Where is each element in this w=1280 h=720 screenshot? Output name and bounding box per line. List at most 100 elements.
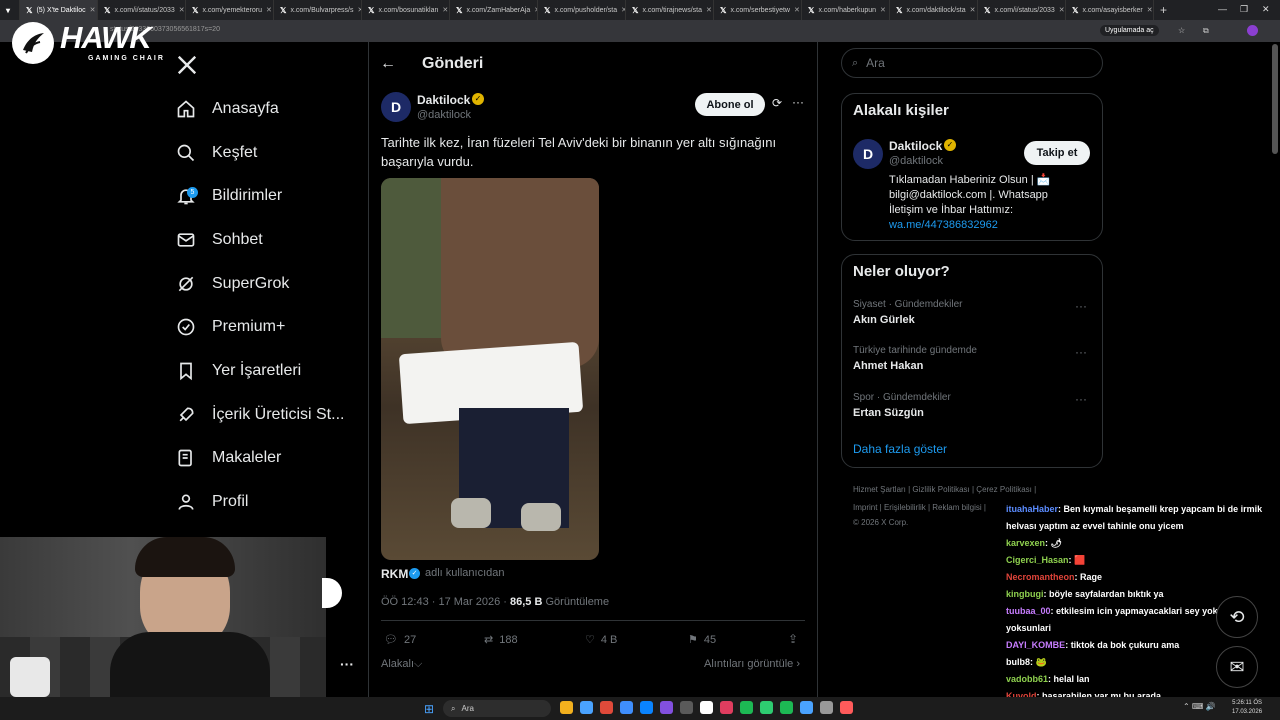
taskbar-app-icon[interactable] xyxy=(780,701,793,714)
nav-item-8[interactable]: İçerik Üreticisi St... xyxy=(176,400,344,430)
tab[interactable]: 𝕏x.com/daktilock/sta ✕ xyxy=(890,0,978,20)
close-tab-icon[interactable]: ✕ xyxy=(442,6,448,14)
person-avatar[interactable]: D xyxy=(853,139,883,169)
trend-item[interactable]: Türkiye tarihinde gündemde Ahmet Hakan ··· xyxy=(853,345,1093,372)
more-icon[interactable]: ··· xyxy=(1075,392,1087,406)
taskbar-app-icon[interactable] xyxy=(640,701,653,714)
tab[interactable]: 𝕏x.com/haberkupun ✕ xyxy=(802,0,890,20)
nav-item-9[interactable]: Makaleler xyxy=(176,443,281,473)
close-tab-icon[interactable]: ✕ xyxy=(90,6,96,14)
nav-item-7[interactable]: Yer İşaretleri xyxy=(176,356,301,386)
nav-item-10[interactable]: Profil xyxy=(176,487,248,517)
show-more-link[interactable]: Daha fazla göster xyxy=(853,442,947,456)
back-arrow-icon[interactable]: ← xyxy=(380,55,396,73)
close-window-button[interactable]: ✕ xyxy=(1262,4,1270,15)
follow-person-button[interactable]: Takip et xyxy=(1024,141,1090,165)
close-tab-icon[interactable]: ✕ xyxy=(970,6,976,14)
chat-username[interactable]: bulb8 xyxy=(1006,657,1030,667)
more-nav-icon[interactable]: ··· xyxy=(340,656,354,672)
author-name[interactable]: Daktilock xyxy=(417,93,470,107)
taskbar-app-icon[interactable] xyxy=(720,701,733,714)
post-time[interactable]: ÖÖ 12:43 · 17 Mar 2026 · xyxy=(381,596,510,608)
minimize-button[interactable]: — xyxy=(1218,4,1227,14)
chat-username[interactable]: Cigerci_Hasan xyxy=(1006,555,1069,565)
tab-active[interactable]: 𝕏 (5) X'te Daktiloc ✕ xyxy=(20,0,98,20)
bookmark-button[interactable]: ⚑ 45 xyxy=(688,633,716,647)
taskbar-app-icon[interactable] xyxy=(820,701,833,714)
tab[interactable]: 𝕏x.com/pusholder/sta✕ xyxy=(538,0,626,20)
post-video[interactable] xyxy=(381,178,599,560)
related-dropdown[interactable]: Alakalı⌵ xyxy=(381,658,422,671)
trend-item[interactable]: Spor · Gündemdekiler Ertan Süzgün ··· xyxy=(853,392,1093,419)
extensions-icon[interactable]: ⧉ xyxy=(1203,26,1209,36)
close-tab-icon[interactable]: ✕ xyxy=(880,6,886,14)
more-icon[interactable]: ··· xyxy=(792,95,804,109)
taskbar-app-icon[interactable] xyxy=(840,701,853,714)
view-quotes-link[interactable]: Alıntıları görüntüle › xyxy=(704,658,800,670)
windows-start-icon[interactable]: ⊞ xyxy=(424,702,434,716)
close-tab-icon[interactable]: ✕ xyxy=(706,6,712,14)
tab[interactable]: 𝕏x.com/ZamHaberAja✕ xyxy=(450,0,538,20)
chat-username[interactable]: kingbugi xyxy=(1006,589,1044,599)
taskbar-search[interactable]: ⌕ Ara xyxy=(443,700,551,717)
close-tab-icon[interactable]: ✕ xyxy=(794,6,800,14)
chat-username[interactable]: vadobb61 xyxy=(1006,674,1048,684)
nav-item-5[interactable]: SuperGrok xyxy=(176,269,289,299)
taskbar-app-icon[interactable] xyxy=(620,701,633,714)
person-name[interactable]: Daktilock xyxy=(889,139,942,153)
tab[interactable]: 𝕏x.com/asayisberker ✕ xyxy=(1066,0,1154,20)
clock[interactable]: 5:26:11 ÖS 17.03.2026 xyxy=(1232,699,1262,717)
tab[interactable]: 𝕏x.com/yemekteroru ✕ xyxy=(186,0,274,20)
taskbar-app-icon[interactable] xyxy=(760,701,773,714)
chat-username[interactable]: Necromantheon xyxy=(1006,572,1075,582)
maximize-button[interactable]: ❐ xyxy=(1240,4,1248,15)
close-tab-icon[interactable]: ✕ xyxy=(1147,6,1153,14)
chat-username[interactable]: tuubaa_00 xyxy=(1006,606,1051,616)
grok-float-button[interactable] xyxy=(322,578,342,608)
grok-icon[interactable]: ⟳ xyxy=(772,96,782,110)
tab[interactable]: 𝕏x.com/bosunatiklan ✕ xyxy=(362,0,450,20)
close-tab-icon[interactable]: ✕ xyxy=(1059,6,1065,14)
person-link[interactable]: wa.me/447386832962 xyxy=(889,218,1079,233)
more-icon[interactable]: ··· xyxy=(1075,299,1087,313)
scrollbar-thumb[interactable] xyxy=(1272,44,1278,154)
tab-menu-button[interactable]: ▾ xyxy=(0,0,20,20)
close-tab-icon[interactable]: ✕ xyxy=(266,6,272,14)
more-icon[interactable]: ··· xyxy=(1075,345,1087,359)
chat-username[interactable]: karvexen xyxy=(1006,538,1045,548)
nav-item-6[interactable]: Premium+ xyxy=(176,312,285,342)
taskbar-app-icon[interactable] xyxy=(800,701,813,714)
profile-avatar-icon[interactable] xyxy=(1247,25,1258,36)
tab[interactable]: 𝕏x.com/Bulvarpress/s✕ xyxy=(274,0,362,20)
grok-chat-icon[interactable]: ⟲ xyxy=(1216,596,1258,638)
x-logo-icon[interactable] xyxy=(176,54,198,81)
footer-links[interactable]: Hizmet Şartları | Gizlilik Politikası | … xyxy=(853,485,1036,494)
tab[interactable]: 𝕏x.com/i/status/2033 ✕ xyxy=(98,0,186,20)
open-in-app-button[interactable]: Uygulamada aç xyxy=(1100,25,1159,36)
chat-username[interactable]: DAYI_KOMBE xyxy=(1006,640,1065,650)
tray-icons[interactable]: ⌃ ⌨ 🔊 xyxy=(1183,702,1216,711)
nav-item-3[interactable]: 5 Bildirimler xyxy=(176,181,282,211)
tab[interactable]: 𝕏x.com/tirajnews/sta ✕ xyxy=(626,0,714,20)
credit-name[interactable]: RKM xyxy=(381,567,408,581)
author-handle[interactable]: @daktilock xyxy=(417,109,471,121)
chat-username[interactable]: ituahaHaber xyxy=(1006,504,1058,514)
reply-button[interactable]: 💬︎ 27 xyxy=(384,633,416,647)
footer-links[interactable]: Imprint | Erişilebilirlik | Reklam bilgi… xyxy=(853,503,986,512)
close-tab-icon[interactable]: ✕ xyxy=(179,6,185,14)
trend-item[interactable]: Siyaset · Gündemdekiler Akın Gürlek ··· xyxy=(853,299,1093,326)
taskbar-app-icon[interactable] xyxy=(660,701,673,714)
nav-item-4[interactable]: Sohbet xyxy=(176,225,263,255)
author-avatar[interactable]: D xyxy=(381,92,411,122)
like-button[interactable]: ♡ 4 B xyxy=(585,633,617,647)
tab[interactable]: 𝕏x.com/i/status/2033 ✕ xyxy=(978,0,1066,20)
taskbar-app-icon[interactable] xyxy=(740,701,753,714)
follow-button[interactable]: Abone ol xyxy=(695,93,765,116)
taskbar-app-icon[interactable] xyxy=(600,701,613,714)
messages-icon[interactable]: ✉ xyxy=(1216,646,1258,688)
nav-item-2[interactable]: Keşfet xyxy=(176,138,257,168)
repost-button[interactable]: ⇄ 188 xyxy=(484,633,518,647)
taskbar-app-icon[interactable] xyxy=(700,701,713,714)
search-box[interactable]: ⌕ Ara xyxy=(841,48,1103,78)
new-tab-button[interactable]: + xyxy=(1154,3,1167,17)
